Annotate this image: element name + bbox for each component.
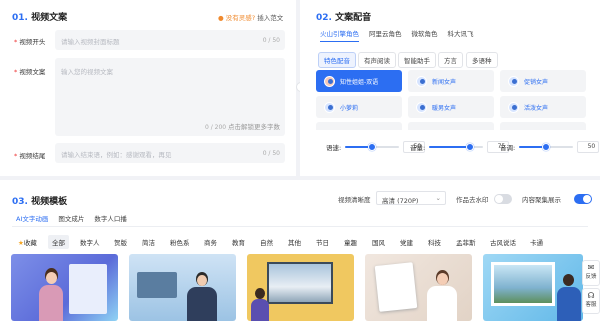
voice-option[interactable]: 暖男女声: [408, 96, 494, 118]
tab-iflytek[interactable]: 科大讯飞: [448, 28, 474, 42]
voice-option[interactable]: 新闻女声: [408, 70, 494, 92]
mountain-image: [267, 262, 333, 304]
landscape-image: [491, 262, 555, 306]
feedback-button[interactable]: ✉ 反馈: [582, 260, 600, 286]
laptop-image: [137, 272, 177, 298]
voice-option[interactable]: 知性姐姐-双语: [316, 70, 402, 92]
voice-avatar-icon: [416, 75, 427, 87]
voice-avatar-icon: [508, 75, 519, 87]
category-item[interactable]: 贺版: [110, 235, 131, 249]
phone-mockup: [69, 264, 107, 314]
category-item[interactable]: 科技: [424, 235, 445, 249]
category-item[interactable]: 商务: [200, 235, 221, 249]
template-thumbnail[interactable]: [11, 254, 118, 321]
voice-category-audiobook[interactable]: 有声阅读: [358, 52, 396, 68]
section-title-template: 03. 视频模板: [12, 197, 68, 207]
volume-slider[interactable]: 音量: 75: [410, 141, 510, 153]
avatar-figure: [557, 274, 581, 321]
resolution-select[interactable]: 高清 (720P) ⌄: [376, 191, 446, 205]
template-type-tabs: AI文字动画 图文成片 数字人口播: [16, 213, 127, 227]
template-thumbnail[interactable]: [365, 254, 472, 321]
mail-icon: ✉: [587, 263, 595, 272]
template-thumbnail[interactable]: [483, 254, 583, 321]
avatar-figure: [427, 270, 457, 321]
opening-title-input[interactable]: 请输入视频封面标题 0 / 50: [55, 30, 285, 50]
resolution-label: 视频清晰度: [338, 196, 371, 204]
category-item[interactable]: 数字人: [76, 235, 104, 249]
field-label-script: * 视频文案: [14, 68, 46, 76]
watermark-label: 作品去水印: [456, 196, 489, 204]
category-item[interactable]: 简洁: [138, 235, 159, 249]
category-item[interactable]: 国风: [368, 235, 389, 249]
avatar-figure: [251, 288, 269, 321]
headset-icon: ☊: [587, 291, 595, 300]
category-item[interactable]: 孟菲斯: [452, 235, 480, 249]
category-item[interactable]: 党建: [396, 235, 417, 249]
photo-card: [374, 262, 418, 312]
template-thumbnail[interactable]: [129, 254, 236, 321]
pitch-slider[interactable]: 音调: 50: [500, 141, 600, 153]
lightbulb-icon: ●: [218, 14, 224, 22]
unlock-more-words-link[interactable]: 点击解锁更多字数: [228, 123, 280, 131]
divider: [12, 226, 588, 227]
subtitle-toggle[interactable]: [574, 194, 592, 204]
slider-fill: [429, 146, 470, 148]
category-item[interactable]: 全部: [48, 235, 69, 249]
script-textarea[interactable]: 输入您的视频文案 0 / 200 点击解锁更多字数: [55, 58, 285, 136]
category-favorites[interactable]: ★收藏: [14, 235, 41, 249]
tab-image-text[interactable]: 图文成片: [58, 213, 84, 227]
insert-example-link[interactable]: ● 没有灵感? 插入范文: [218, 12, 283, 22]
ending-input[interactable]: 请输入结束语，例如：感谢观看，再见 0 / 50: [55, 143, 285, 163]
category-item[interactable]: 古风说话: [486, 235, 520, 249]
chevron-down-icon: ⌄: [435, 194, 441, 202]
video-script-panel: 01. 视频文案 ● 没有灵感? 插入范文 * 视频开头 请输入视频封面标题 0…: [0, 0, 296, 176]
slider-knob[interactable]: [542, 143, 551, 151]
voice-category-multilingual[interactable]: 多语种: [466, 52, 498, 68]
watermark-toggle[interactable]: [494, 194, 512, 204]
voice-category-dialect[interactable]: 方言: [438, 52, 463, 68]
avatar-figure: [187, 272, 217, 321]
category-item[interactable]: 教育: [228, 235, 249, 249]
slider-knob[interactable]: [368, 143, 377, 151]
tab-microsoft[interactable]: 微软角色: [412, 28, 438, 42]
voice-avatar-icon: [508, 101, 519, 113]
category-item[interactable]: 童趣: [340, 235, 361, 249]
avatar-figure: [39, 268, 63, 321]
section-title-voiceover: 02. 文案配音: [316, 13, 372, 23]
category-item[interactable]: 粉色系: [166, 235, 194, 249]
tab-aliyun[interactable]: 阿里云角色: [369, 28, 402, 42]
tab-ai-text-animation[interactable]: AI文字动画: [16, 213, 49, 227]
voice-category-featured[interactable]: 特色配音: [318, 52, 356, 68]
voiceover-panel: 02. 文案配音 火山引擎角色 阿里云角色 微软角色 科大讯飞 特色配音 有声阅…: [300, 0, 600, 176]
slider-knob[interactable]: [465, 143, 474, 151]
field-label-opening: * 视频开头: [14, 38, 46, 46]
voice-list-overflow: [316, 122, 586, 130]
category-item[interactable]: 卡通: [526, 235, 547, 249]
category-item[interactable]: 节日: [312, 235, 333, 249]
voice-option[interactable]: 小萝莉: [316, 96, 402, 118]
voice-option[interactable]: 促销女声: [500, 70, 586, 92]
voice-avatar-icon: [324, 75, 335, 87]
help-button[interactable]: ☊ 客服: [582, 288, 600, 314]
tab-volcano[interactable]: 火山引擎角色: [320, 28, 359, 42]
subtitle-label: 内容聚集展示: [522, 196, 561, 204]
category-item[interactable]: 自然: [256, 235, 277, 249]
field-label-ending: * 视频结尾: [14, 152, 46, 160]
category-item[interactable]: 其他: [284, 235, 305, 249]
tab-digital-human[interactable]: 数字人口播: [94, 213, 127, 227]
voice-option[interactable]: 活泼女声: [500, 96, 586, 118]
section-title-script: 01. 视频文案: [12, 13, 68, 23]
template-thumbnail[interactable]: [247, 254, 354, 321]
voice-avatar-icon: [416, 101, 427, 113]
voice-category-assistant[interactable]: 智能助手: [398, 52, 436, 68]
provider-tabs: 火山引擎角色 阿里云角色 微软角色 科大讯飞: [320, 28, 474, 42]
voice-avatar-icon: [324, 101, 335, 113]
pitch-value[interactable]: 50: [577, 141, 600, 153]
